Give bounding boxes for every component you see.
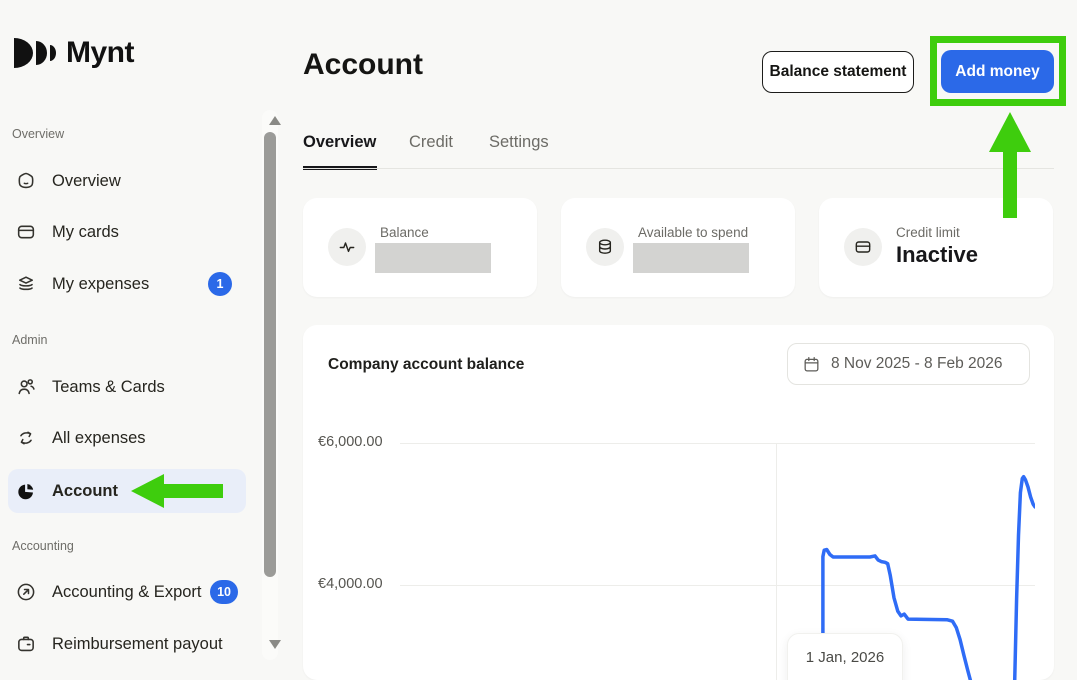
available-to-spend-card: Available to spend	[561, 198, 795, 297]
app-name: Mynt	[66, 36, 134, 70]
sidebar-item-overview[interactable]: Overview	[8, 159, 246, 203]
chart-title: Company account balance	[328, 356, 524, 374]
redacted-available-value	[633, 243, 749, 273]
y-tick-6000: €6,000.00	[318, 434, 403, 450]
redacted-balance-value	[375, 243, 491, 273]
date-range-button[interactable]: 8 Nov 2025 - 8 Feb 2026	[787, 343, 1030, 385]
card-icon	[15, 221, 37, 243]
sidebar-item-my-cards[interactable]: My cards	[8, 210, 246, 254]
sidebar-item-reimbursement-payout[interactable]: Reimbursement payout	[8, 622, 246, 666]
company-account-balance-card: Company account balance 8 Nov 2025 - 8 F…	[303, 325, 1054, 680]
credit-limit-label: Credit limit	[896, 225, 960, 240]
coins-icon	[586, 228, 624, 266]
page-title: Account	[303, 48, 423, 82]
transfer-icon	[15, 427, 37, 449]
scroll-up-arrow-icon[interactable]	[269, 116, 281, 125]
sidebar-item-my-expenses[interactable]: My expenses 1	[8, 262, 246, 306]
sidebar-item-all-expenses[interactable]: All expenses	[8, 416, 246, 460]
sidebar-item-label: Account	[52, 482, 118, 501]
tab-overview[interactable]: Overview	[303, 133, 376, 152]
sidebar-section-overview: Overview	[12, 127, 64, 141]
scroll-down-arrow-icon[interactable]	[269, 640, 281, 649]
people-icon	[15, 376, 37, 398]
tab-credit[interactable]: Credit	[409, 133, 453, 152]
accounting-export-badge: 10	[210, 580, 238, 604]
sidebar-item-label: Overview	[52, 172, 121, 191]
tab-settings[interactable]: Settings	[489, 133, 549, 152]
available-card-label: Available to spend	[638, 225, 748, 240]
balance-line-chart[interactable]	[400, 430, 1035, 680]
credit-limit-card: Credit limit Inactive	[819, 198, 1053, 297]
balance-card: Balance	[303, 198, 537, 297]
add-money-button[interactable]: Add money	[941, 50, 1054, 93]
y-tick-4000: €4,000.00	[318, 576, 403, 592]
balance-statement-button[interactable]: Balance statement	[762, 51, 914, 93]
layers-icon	[15, 273, 37, 295]
export-icon	[15, 581, 37, 603]
sidebar-item-accounting-export[interactable]: Accounting & Export 10	[8, 570, 246, 614]
mynt-logo-icon	[14, 36, 58, 70]
sidebar-item-label: Reimbursement payout	[52, 635, 223, 654]
sidebar-item-label: My expenses	[52, 275, 149, 294]
credit-card-icon	[844, 228, 882, 266]
chart-tooltip: 1 Jan, 2026	[787, 633, 903, 680]
sidebar-item-label: All expenses	[52, 429, 146, 448]
pie-icon	[15, 480, 37, 502]
balance-card-label: Balance	[380, 225, 429, 240]
sidebar-item-account[interactable]: Account	[8, 469, 246, 513]
calendar-icon	[802, 355, 821, 374]
pulse-icon	[328, 228, 366, 266]
payout-icon	[15, 633, 37, 655]
overview-icon	[15, 170, 37, 192]
sidebar-item-label: My cards	[52, 223, 119, 242]
sidebar-section-admin: Admin	[12, 333, 47, 347]
sidebar-item-label: Accounting & Export	[52, 583, 202, 602]
my-expenses-badge: 1	[208, 272, 232, 296]
date-range-value: 8 Nov 2025 - 8 Feb 2026	[831, 355, 1002, 373]
sidebar-item-label: Teams & Cards	[52, 378, 165, 397]
annotation-arrow-up-icon	[989, 112, 1031, 152]
sidebar-section-accounting: Accounting	[12, 539, 74, 553]
sidebar-scrollbar-thumb[interactable]	[264, 132, 276, 577]
credit-limit-value: Inactive	[896, 242, 978, 268]
sidebar-item-teams-cards[interactable]: Teams & Cards	[8, 365, 246, 409]
tabs-divider	[303, 168, 1054, 169]
app-logo[interactable]: Mynt	[14, 36, 134, 70]
